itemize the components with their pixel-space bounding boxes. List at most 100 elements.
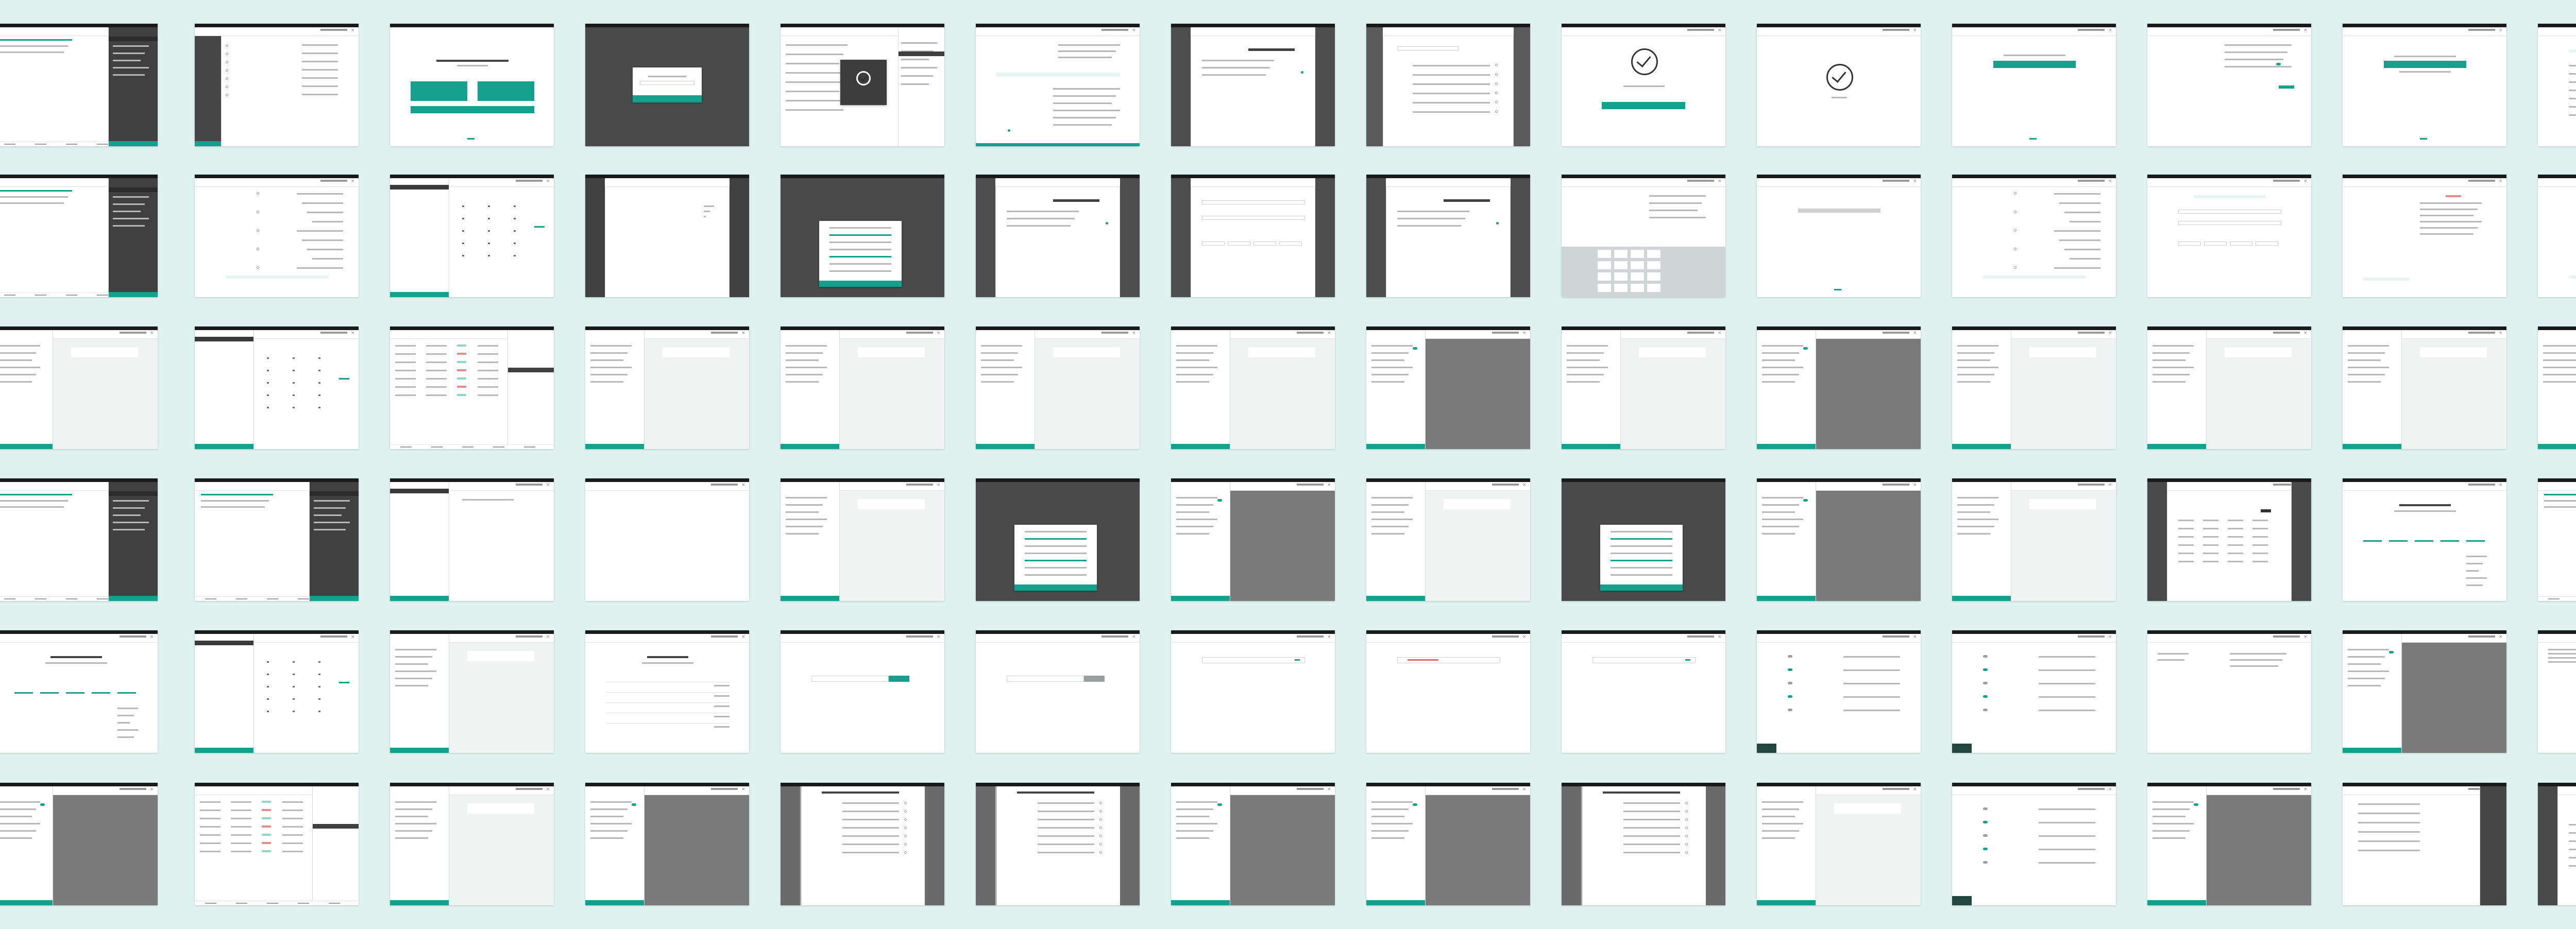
- list-item[interactable]: [786, 374, 823, 375]
- list-item[interactable]: [786, 72, 848, 74]
- filter-item[interactable]: [1413, 102, 1490, 104]
- menu-item[interactable]: [829, 270, 891, 272]
- list-item[interactable]: [2230, 659, 2282, 661]
- list-item[interactable]: [2153, 367, 2194, 368]
- list-item[interactable]: [1567, 381, 1600, 383]
- list-item[interactable]: [2348, 367, 2389, 368]
- keypad-key[interactable]: [293, 407, 295, 408]
- list-item[interactable]: [0, 801, 40, 803]
- nav-item[interactable]: [462, 446, 473, 448]
- radio-button[interactable]: [2014, 229, 2016, 232]
- list-item[interactable]: [786, 54, 843, 55]
- screen-thumbnail-list-grey-dark[interactable]: ×: [1757, 478, 1921, 601]
- list-item[interactable]: [1397, 225, 1461, 227]
- list-item[interactable]: [0, 374, 36, 375]
- list-item[interactable]: [1957, 352, 1994, 354]
- selected-field[interactable]: [1248, 48, 1295, 51]
- nav-item[interactable]: [267, 598, 278, 599]
- radio-button[interactable]: [904, 827, 907, 829]
- list-item[interactable]: [2348, 352, 2385, 354]
- list-item[interactable]: [786, 497, 827, 498]
- radio-button[interactable]: [904, 802, 907, 804]
- list-item[interactable]: [1176, 497, 1217, 498]
- list-item[interactable]: [1762, 823, 1803, 824]
- screen-thumbnail-search-input-grey[interactable]: ×: [976, 630, 1140, 753]
- list-item[interactable]: [2544, 500, 2576, 502]
- list-item[interactable]: [1176, 526, 1213, 527]
- sidebar-item-active[interactable]: [108, 187, 158, 192]
- radio-button[interactable]: [904, 835, 907, 837]
- screen-thumbnail-search-input[interactable]: ×: [781, 630, 944, 753]
- close-icon[interactable]: ×: [351, 635, 355, 640]
- list-item[interactable]: [714, 716, 730, 717]
- filter-item[interactable]: [1413, 111, 1490, 113]
- list-item[interactable]: [395, 649, 436, 650]
- menu-item[interactable]: [1025, 538, 1087, 540]
- link-text[interactable]: [14, 692, 33, 694]
- menu-item[interactable]: [1025, 545, 1087, 547]
- keypad-key[interactable]: [293, 370, 295, 371]
- option-button[interactable]: [411, 81, 467, 101]
- list-item[interactable]: [786, 367, 827, 368]
- link-text[interactable]: [2441, 540, 2459, 542]
- list-item[interactable]: [2153, 823, 2194, 824]
- keypad-key[interactable]: [514, 230, 516, 232]
- filter-item[interactable]: [1413, 83, 1490, 85]
- list-item[interactable]: [1053, 110, 1120, 111]
- radio-button[interactable]: [226, 94, 228, 96]
- list-item[interactable]: [2225, 44, 2292, 46]
- keypad-key[interactable]: [318, 661, 320, 663]
- screen-thumbnail-success-check-button[interactable]: ×: [1562, 24, 1725, 146]
- list-item[interactable]: [1007, 211, 1079, 212]
- footer-link[interactable]: [226, 276, 329, 279]
- list-item[interactable]: [786, 44, 848, 46]
- keyboard-key[interactable]: [1647, 272, 1660, 281]
- primary-button[interactable]: [585, 444, 645, 449]
- list-item[interactable]: [714, 695, 730, 697]
- toggle-switch[interactable]: [1788, 682, 1792, 684]
- radio-button[interactable]: [2014, 192, 2016, 195]
- list-item[interactable]: [2153, 808, 2190, 810]
- screen-thumbnail-list-grey-dark[interactable]: ×: [1171, 478, 1335, 601]
- close-icon[interactable]: ×: [1327, 635, 1332, 640]
- list-item[interactable]: [313, 529, 346, 530]
- list-item[interactable]: [1007, 225, 1071, 227]
- toggle-switch[interactable]: [1413, 803, 1417, 806]
- list-item[interactable]: [1762, 519, 1803, 520]
- screen-thumbnail-form-dark-sides[interactable]: [1171, 24, 1335, 146]
- screen-thumbnail-list-grey[interactable]: ×: [976, 326, 1140, 449]
- close-icon[interactable]: ×: [1132, 28, 1137, 33]
- list-item[interactable]: [786, 100, 848, 101]
- keypad-key[interactable]: [318, 674, 320, 675]
- keyboard-key[interactable]: [1647, 261, 1660, 269]
- screen-thumbnail-table-pills[interactable]: ×: [390, 326, 554, 449]
- keypad-key[interactable]: [293, 661, 295, 663]
- close-icon[interactable]: ×: [150, 635, 155, 640]
- list-item[interactable]: [786, 91, 839, 92]
- menu-item[interactable]: [1611, 545, 1672, 547]
- radio-button[interactable]: [1685, 810, 1688, 813]
- menu-item[interactable]: [1025, 531, 1087, 532]
- primary-button[interactable]: [0, 444, 53, 449]
- close-icon[interactable]: ×: [2499, 28, 2503, 33]
- radio-button[interactable]: [1099, 843, 1102, 846]
- toggle-switch[interactable]: [1983, 695, 1988, 698]
- list-item[interactable]: [1762, 837, 1795, 839]
- checkbox[interactable]: [1495, 110, 1498, 113]
- list-item[interactable]: [786, 109, 843, 111]
- keypad-key[interactable]: [267, 382, 269, 384]
- primary-button[interactable]: [309, 596, 359, 601]
- list-item[interactable]: [1202, 67, 1270, 68]
- list-item[interactable]: [1957, 504, 1994, 506]
- primary-button[interactable]: [108, 141, 158, 146]
- list-item[interactable]: [117, 729, 138, 731]
- list-item[interactable]: [2420, 209, 2478, 210]
- close-icon[interactable]: ×: [2303, 28, 2308, 33]
- menu-item[interactable]: [829, 234, 891, 236]
- primary-button[interactable]: [390, 900, 449, 905]
- screen-thumbnail-toggles-dark-bottom[interactable]: ×: [1952, 630, 2116, 753]
- list-item[interactable]: [786, 504, 823, 506]
- list-item[interactable]: [1371, 526, 1409, 527]
- primary-button[interactable]: [2384, 61, 2466, 68]
- keypad-key[interactable]: [267, 394, 269, 396]
